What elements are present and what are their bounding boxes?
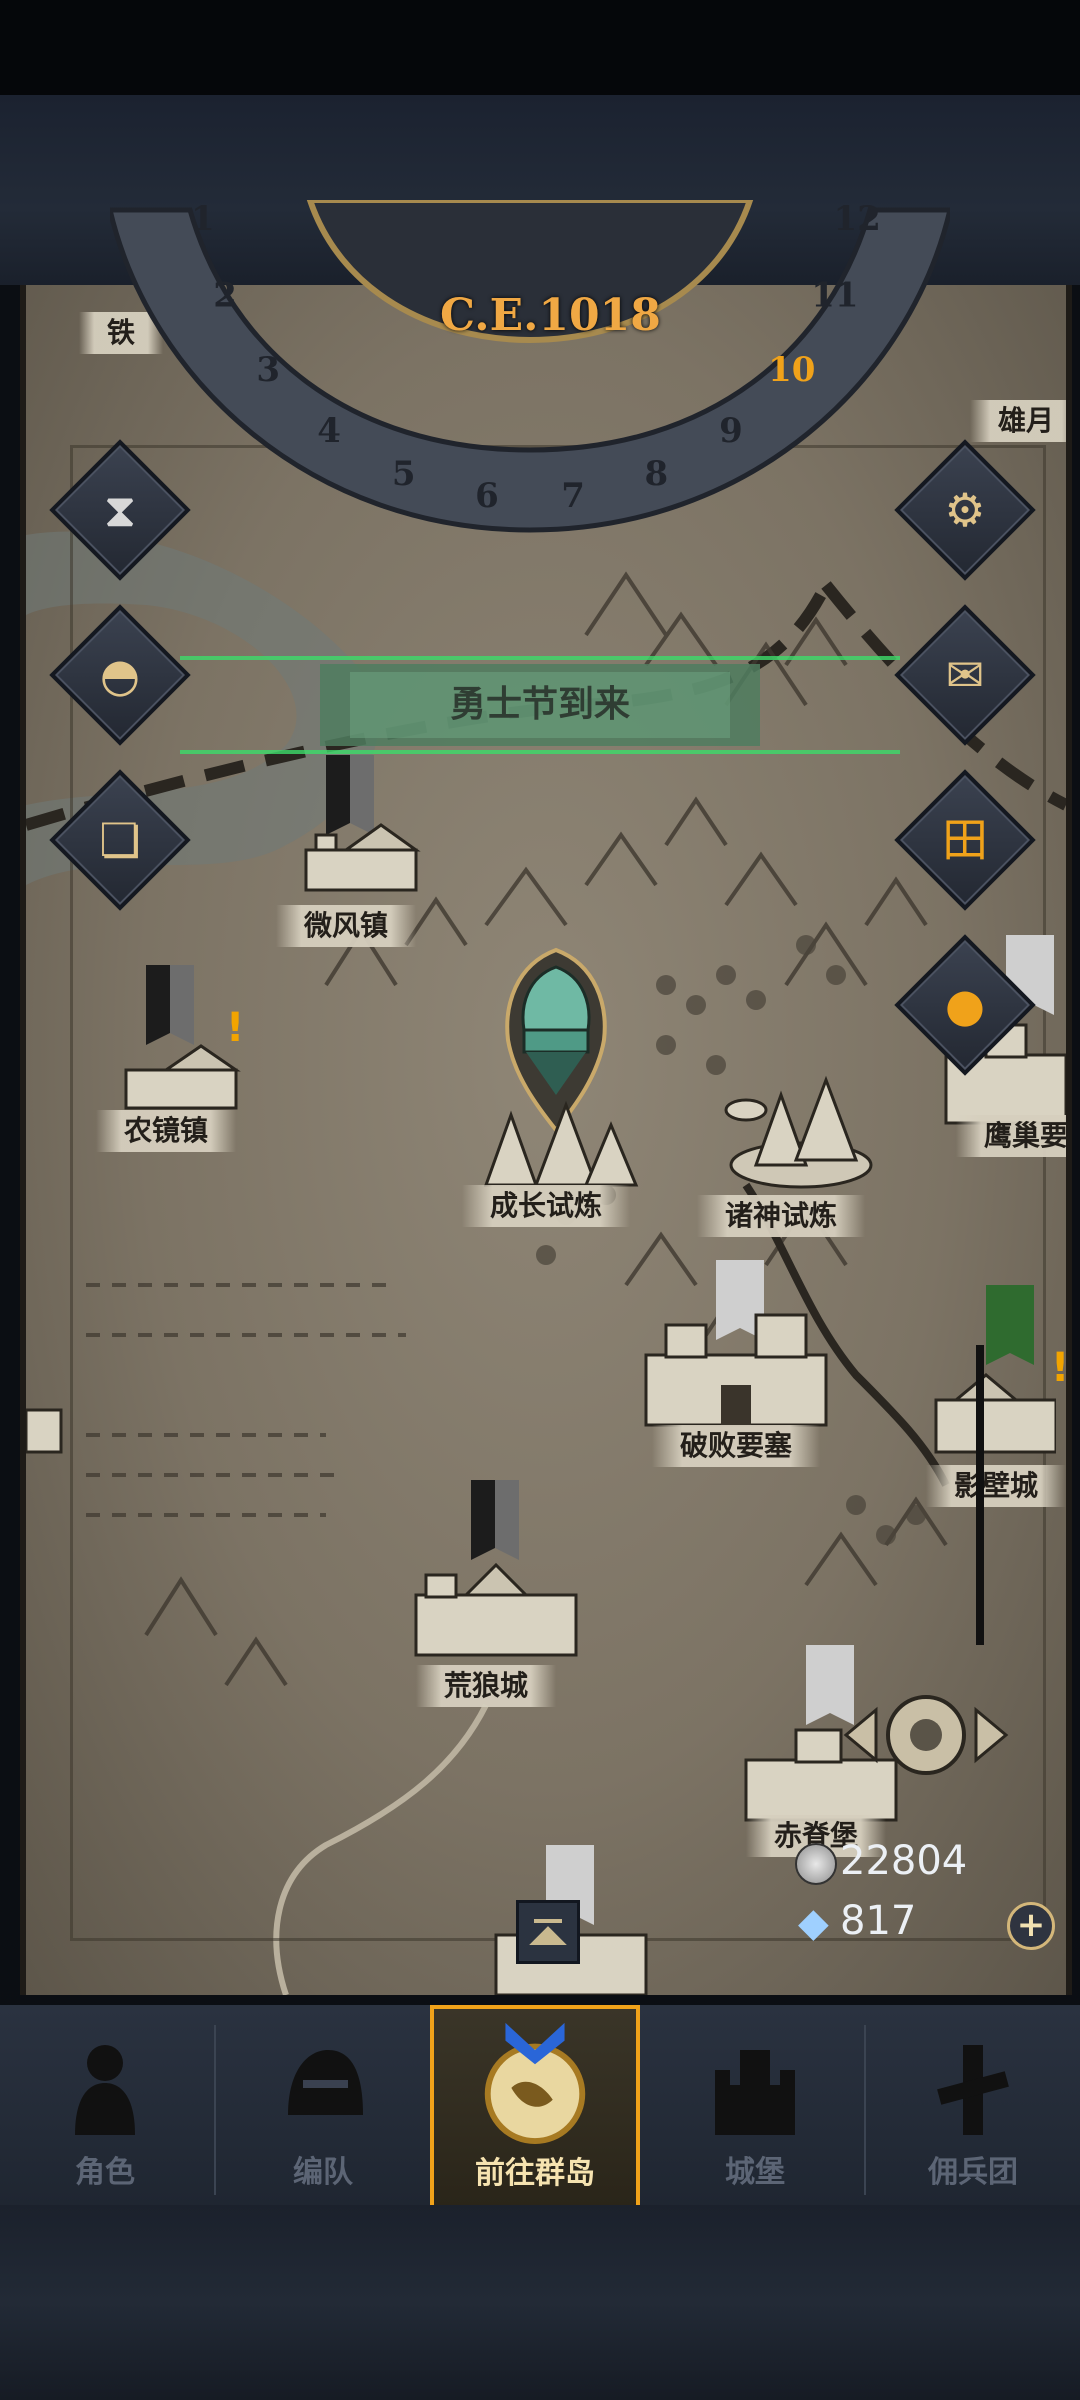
month-label: 11 <box>811 275 858 315</box>
forest-icon <box>483 1100 639 1187</box>
location-label: 荒狼城 <box>415 1665 557 1707</box>
month-label: 9 <box>719 411 743 451</box>
tab-divider <box>864 2025 866 2195</box>
flagpole <box>976 1345 984 1645</box>
banner-icon <box>986 1285 1034 1365</box>
compass-map-icon <box>484 2022 586 2145</box>
location-label: 鹰巢要 <box>955 1115 1066 1157</box>
location-label: 诸神试炼 <box>696 1195 866 1237</box>
month-label: 3 <box>256 350 280 390</box>
location-label: 影壁城 <box>925 1465 1066 1507</box>
month-label: 7 <box>561 476 585 516</box>
castle-icon <box>26 1408 63 1454</box>
add-crystal-button[interactable]: + <box>1007 1902 1055 1950</box>
month-label: 2 <box>213 275 237 315</box>
month-label: 1 <box>191 200 215 239</box>
grid-icon: 田 <box>942 813 988 867</box>
location-label: 农镜镇 <box>95 1110 237 1152</box>
recenter-button[interactable] <box>836 1675 1016 1795</box>
silver-coin-icon <box>795 1843 837 1885</box>
tab-label: 城堡 <box>725 2155 785 2190</box>
banner-icon <box>146 965 194 1045</box>
month-label: 6 <box>475 476 499 516</box>
helmet-icon <box>288 2050 363 2115</box>
tab-label: 佣兵团 <box>928 2155 1018 2190</box>
location-label: 雄月 <box>969 400 1066 442</box>
castle-icon <box>414 1562 578 1657</box>
tab-go-islands[interactable]: 前往群岛 <box>430 2005 640 2210</box>
bottom-tab-bar: 角色 编队 前往群岛 城堡 佣兵团 <box>0 2005 1080 2210</box>
castle-icon <box>934 1373 1056 1454</box>
tab-formation[interactable]: 编队 <box>218 2015 428 2205</box>
collapse-button[interactable] <box>516 1900 580 1964</box>
tab-label: 角色 <box>75 2155 135 2190</box>
location-label: 破败要塞 <box>651 1425 821 1467</box>
event-banner-text: 勇士节到来 <box>449 684 630 725</box>
hourglass-icon: ⧗ <box>103 483 137 537</box>
knight-icon <box>75 2045 135 2135</box>
crystal-icon: ◆ <box>798 1900 829 1946</box>
month-label: 8 <box>644 454 668 494</box>
tab-castle[interactable]: 城堡 <box>650 2015 860 2205</box>
envelope-icon: ✉ <box>945 648 985 702</box>
month-label: 4 <box>317 411 341 451</box>
tab-label: 编队 <box>293 2155 353 2190</box>
status-bar <box>0 0 1080 95</box>
bottom-band <box>0 2205 1080 2400</box>
collapse-icon <box>529 1919 567 1945</box>
silver-amount: 22804 <box>840 1838 968 1884</box>
mercenary-icon <box>937 2045 1009 2135</box>
tab-label: 前往群岛 <box>475 2156 595 2191</box>
year-label: C.E.1018 <box>440 290 661 341</box>
tab-mercenary[interactable]: 佣兵团 <box>868 2015 1078 2205</box>
banner-icon <box>471 1480 519 1560</box>
location-label: 微风镇 <box>275 905 417 947</box>
castle-icon <box>715 2050 795 2135</box>
castle-icon <box>644 1313 828 1427</box>
scroll-icon: ❏ <box>99 813 141 867</box>
location-label: 成长试炼 <box>461 1185 631 1227</box>
coin-icon: ● <box>944 978 986 1032</box>
location-zhushen[interactable] <box>716 1065 886 1195</box>
tab-divider <box>214 2025 216 2195</box>
calendar-dial[interactable]: 123456 789101112 <box>110 200 950 580</box>
gear-icon: ⚙ <box>944 483 986 537</box>
town-icon <box>124 1044 241 1110</box>
current-month-label: 10 <box>768 350 815 390</box>
month-label: 5 <box>392 454 416 494</box>
town-icon <box>304 823 421 892</box>
money-bag-icon: ◓ <box>99 648 141 702</box>
crystal-amount: 817 <box>840 1898 917 1944</box>
month-label: 12 <box>834 200 881 239</box>
tab-character[interactable]: 角色 <box>0 2015 210 2205</box>
